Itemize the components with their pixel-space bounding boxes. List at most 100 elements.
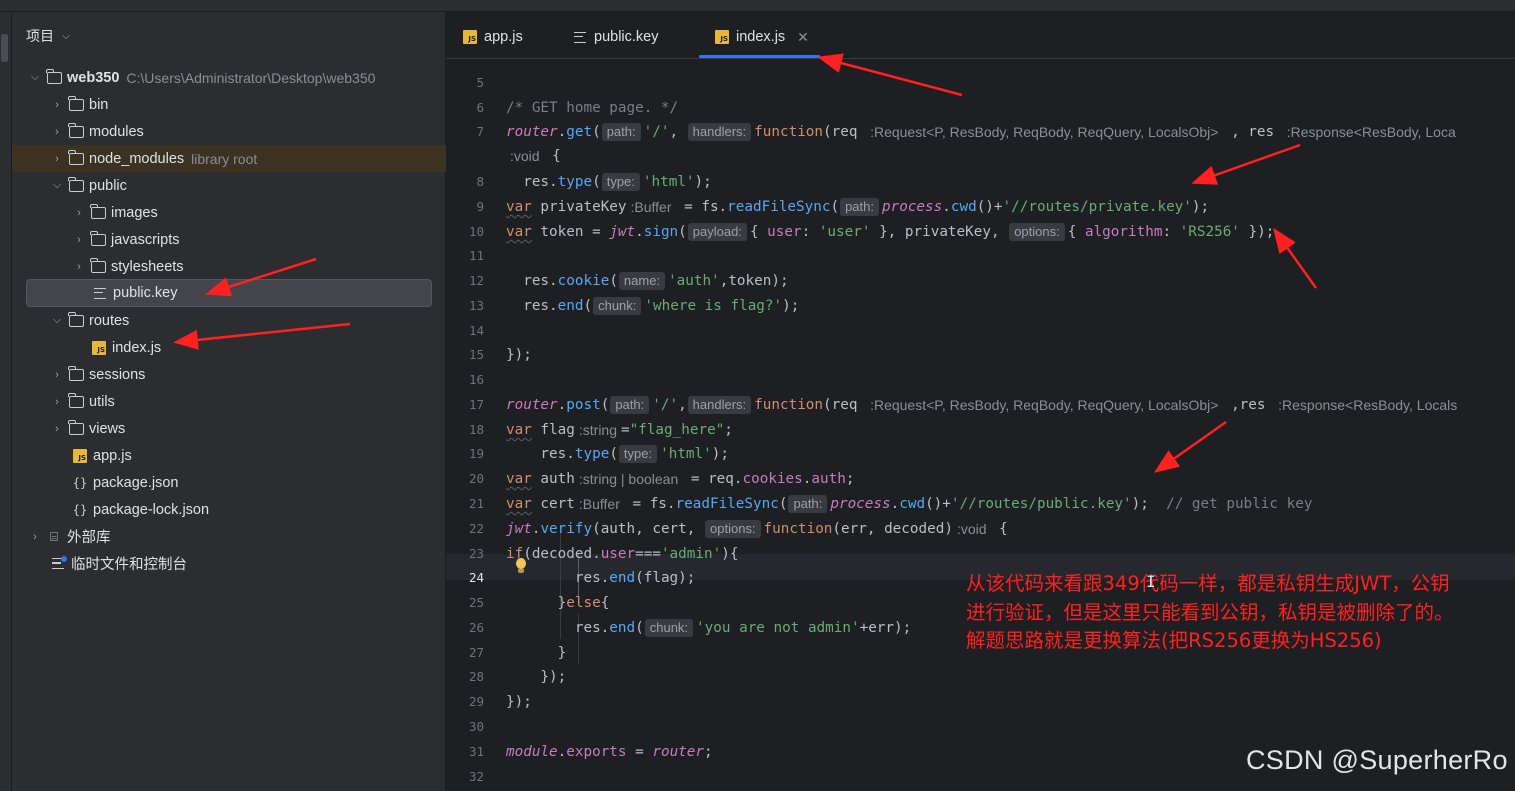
code-line-6: /* GET home page. */: [506, 100, 679, 116]
tree-row-external-libraries[interactable]: › ⌸ 外部库: [12, 523, 446, 550]
chevron-right-icon[interactable]: ›: [50, 369, 64, 381]
js-file-icon: JS: [714, 29, 730, 45]
line-number-gutter: 5 6 7 8 9 10 11 12 13 14 15 16 17 18 19 20 21 22 23 24 25 26 2…: [446, 59, 506, 791]
param-hint: payload:: [687, 223, 747, 241]
type-hint: :Request<P, ResBody, ReqBody, ReqQuery, …: [870, 124, 1219, 140]
folder-icon: [90, 230, 106, 248]
line-number: 24: [468, 570, 484, 585]
chevron-right-icon[interactable]: ›: [72, 234, 86, 246]
chevron-down-icon[interactable]: ⌵: [50, 179, 64, 192]
text-file-icon: [92, 285, 108, 301]
line-number: 18: [468, 422, 484, 437]
chevron-right-icon[interactable]: ›: [50, 126, 64, 138]
code-line-25: } else{: [506, 595, 610, 611]
line-number: 25: [468, 595, 484, 610]
tree-row-utils[interactable]: › utils: [12, 388, 446, 415]
project-panel: 项目 ⌵ ⌵ web350 C:\Users\Administrator\Des…: [12, 12, 446, 791]
scratches-icon: [50, 555, 67, 572]
tree-row-images[interactable]: › images: [12, 199, 446, 226]
tree-label: 临时文件和控制台: [71, 557, 187, 573]
code-line-9: var privateKey:Buffer = fs. readFileSync(…: [506, 198, 1210, 216]
chevron-right-icon[interactable]: ›: [28, 531, 42, 543]
code-line-31: module. exports = router;: [506, 744, 713, 760]
tree-label: images: [111, 204, 158, 221]
chevron-right-icon[interactable]: ›: [72, 261, 86, 273]
code-line-7-wrap: :void {: [510, 148, 561, 164]
tree-label: views: [89, 420, 126, 437]
tree-label: stylesheets: [111, 258, 184, 275]
tab-app-js[interactable]: JS app.js: [462, 24, 523, 50]
tree-label: javascripts: [111, 231, 180, 248]
tree-row-scratches[interactable]: 临时文件和控制台: [12, 550, 446, 577]
tree-row-routes[interactable]: ⌵ routes: [12, 307, 446, 334]
code-line-17: router. post(path: '/', handlers: function (r…: [506, 396, 1458, 414]
tree-row-public[interactable]: ⌵ public: [12, 172, 446, 199]
tool-window-strip: [0, 12, 12, 791]
tab-label: index.js: [736, 29, 786, 45]
tree-label: public.key: [113, 285, 178, 301]
tree-row-modules[interactable]: › modules: [12, 118, 446, 145]
line-number: 10: [468, 224, 484, 239]
code-line-12: res. cookie(name:'auth' ,token);: [506, 272, 789, 290]
tree-label: package.json: [93, 474, 179, 491]
param-hint: handlers:: [687, 396, 752, 414]
project-panel-header[interactable]: 项目 ⌵: [26, 26, 72, 46]
param-hint: name:: [618, 272, 666, 290]
project-panel-title: 项目: [26, 29, 54, 45]
project-tool-button[interactable]: [1, 34, 8, 62]
line-number: 14: [468, 323, 484, 338]
chevron-right-icon[interactable]: ›: [72, 207, 86, 219]
watermark: CSDN @SuperherRo: [1246, 745, 1508, 775]
tree-row-app-js[interactable]: JS app.js: [12, 442, 446, 469]
tree-row-public-key[interactable]: public.key: [26, 279, 432, 307]
tree-row-views[interactable]: › views: [12, 415, 446, 442]
code-line-22: jwt. verify (auth, cert, options: function(…: [506, 520, 1008, 538]
tab-label: public.key: [594, 29, 659, 45]
tree-row-package-lock-json[interactable]: {} package-lock.json: [12, 496, 446, 523]
code-line-15: });: [506, 347, 532, 363]
type-hint: :Buffer: [630, 199, 672, 215]
code-line-7: router. get(path: '/', handlers: function (r…: [506, 123, 1456, 141]
code-area[interactable]: /* GET home page. */ router. get(path: '/'…: [506, 59, 1515, 791]
code-line-29: });: [506, 694, 532, 710]
chevron-right-icon[interactable]: ›: [50, 396, 64, 408]
tree-row-sessions[interactable]: › sessions: [12, 361, 446, 388]
tree-row-bin[interactable]: › bin: [12, 91, 446, 118]
tree-row-root[interactable]: ⌵ web350 C:\Users\Administrator\Desktop\…: [12, 64, 446, 91]
tree-row-package-json[interactable]: {} package.json: [12, 469, 446, 496]
js-file-icon: JS: [91, 340, 107, 356]
line-number: 23: [468, 546, 484, 561]
type-hint: :Request<P, ResBody, ReqBody, ReqQuery, …: [870, 397, 1219, 413]
js-file-icon: JS: [462, 29, 478, 45]
tab-label: app.js: [484, 29, 523, 45]
tree-row-javascripts[interactable]: › javascripts: [12, 226, 446, 253]
tab-index-js[interactable]: JS index.js ✕: [714, 24, 809, 50]
chevron-right-icon[interactable]: ›: [50, 423, 64, 435]
type-hint: :Response<ResBody, Locals: [1278, 397, 1458, 413]
folder-icon: [68, 419, 84, 437]
library-root-note: library root: [191, 150, 258, 167]
chevron-down-icon[interactable]: ⌵: [50, 314, 64, 327]
tree-row-stylesheets[interactable]: › stylesheets: [12, 253, 446, 280]
param-hint: type:: [601, 173, 640, 191]
tree-label: app.js: [93, 447, 132, 464]
type-hint: :Response<ResBody, Loca: [1286, 124, 1456, 140]
line-number: 21: [468, 496, 484, 511]
tree-label: node_modules: [89, 150, 185, 167]
tab-public-key[interactable]: public.key: [572, 24, 658, 50]
chevron-right-icon[interactable]: ›: [50, 153, 64, 165]
tree-row-node-modules[interactable]: › node_modules library root: [12, 145, 446, 172]
js-file-icon: JS: [72, 448, 88, 464]
title-bar: [0, 0, 1515, 12]
line-number: 32: [468, 769, 484, 784]
close-icon[interactable]: ✕: [797, 29, 809, 46]
chevron-down-icon[interactable]: ⌵: [28, 71, 42, 84]
line-number: 31: [468, 744, 484, 759]
param-hint: options:: [705, 520, 761, 538]
chevron-right-icon[interactable]: ›: [50, 99, 64, 111]
tree-label: routes: [89, 312, 130, 329]
folder-icon: [68, 122, 84, 140]
line-number: 26: [468, 620, 484, 635]
tree-row-index-js[interactable]: JS index.js: [12, 334, 446, 361]
line-number: 13: [468, 298, 484, 313]
